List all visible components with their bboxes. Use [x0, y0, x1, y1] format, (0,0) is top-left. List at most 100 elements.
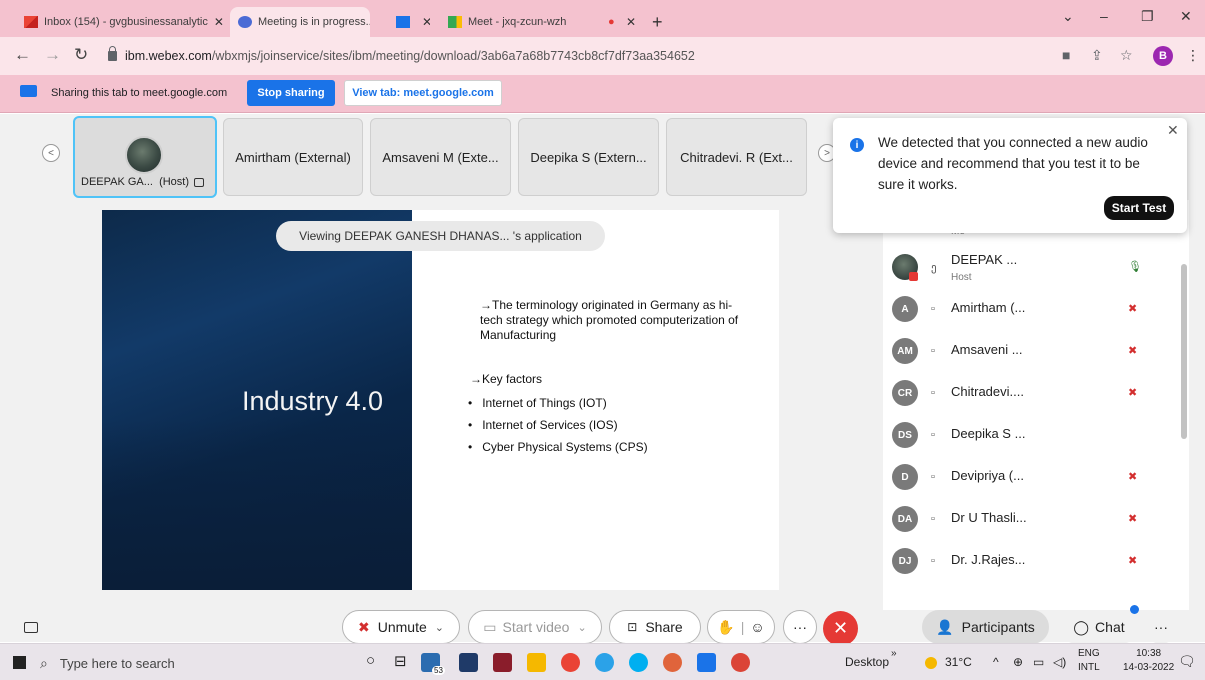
headset-icon: ე	[931, 262, 937, 274]
chrome-icon[interactable]	[561, 653, 580, 672]
share-button[interactable]: ⊡ Share	[609, 610, 701, 644]
task-view-icon[interactable]: ⊟	[394, 652, 407, 670]
device-icon: ▫	[931, 303, 935, 315]
bookmark-star-icon[interactable]: ☆	[1120, 47, 1133, 64]
chat-button[interactable]: ◯ Chat	[1060, 610, 1138, 644]
closed-captions-icon[interactable]	[24, 622, 38, 633]
participant-tile[interactable]: Deepika S (Extern...	[518, 118, 659, 196]
participant-row[interactable]: DS ▫ Deepika S ...	[883, 418, 1189, 456]
new-tab-button[interactable]: +	[652, 12, 663, 33]
muted-microphone-icon[interactable]: ✖	[1128, 344, 1137, 357]
network-icon[interactable]: ⊕	[1013, 655, 1023, 669]
microphone-icon[interactable]: 🎙	[1128, 260, 1142, 273]
presenter-badge-icon	[909, 272, 918, 281]
close-icon[interactable]: ✕	[208, 15, 224, 29]
device-icon: ▫	[931, 387, 935, 399]
chat-label: Chat	[1095, 619, 1125, 635]
kebab-menu-icon[interactable]: ⋮	[1186, 47, 1200, 64]
more-options-button[interactable]: ···	[783, 610, 817, 644]
store-app-icon[interactable]	[459, 653, 478, 672]
reload-icon[interactable]: ↻	[74, 45, 88, 65]
keyboard-layout: INTL	[1078, 662, 1100, 673]
screen-share-icon[interactable]	[697, 653, 716, 672]
participant-row[interactable]: A ▫ Amirtham (... ✖	[883, 292, 1189, 330]
forward-arrow-icon[interactable]: →	[44, 45, 61, 65]
clock[interactable]: 10:38 14-03-2022	[1123, 647, 1174, 675]
taskbar-search[interactable]: ⌕ Type here to search	[40, 651, 340, 675]
close-icon[interactable]: ✕	[416, 15, 430, 29]
profile-avatar[interactable]: B	[1153, 46, 1173, 66]
tab-recording[interactable]: ● ✕	[600, 7, 644, 37]
participant-tile-host[interactable]: DEEPAK GA... (Host)	[73, 116, 217, 198]
restore-icon[interactable]: ❐	[1141, 8, 1154, 25]
muted-microphone-icon[interactable]: ✖	[1128, 512, 1137, 525]
back-arrow-icon[interactable]: ←	[14, 45, 31, 65]
app-icon[interactable]	[493, 653, 512, 672]
stop-sharing-button[interactable]: Stop sharing	[247, 80, 335, 106]
weather-icon[interactable]	[925, 657, 937, 669]
address-bar[interactable]: ibm.webex.com /wbxmjs/joinservice/sites/…	[108, 43, 1148, 69]
participant-row[interactable]: CR ▫ Chitradevi.... ✖	[883, 376, 1189, 414]
participant-name: Dr U Thasli...	[951, 510, 1027, 525]
unmute-label: Unmute	[377, 619, 427, 635]
temperature[interactable]: 31°C	[945, 655, 972, 669]
avatar: D	[892, 464, 918, 490]
edge-icon[interactable]	[595, 653, 614, 672]
muted-microphone-icon[interactable]: ✖	[1128, 302, 1137, 315]
chrome-profile-icon[interactable]	[663, 653, 682, 672]
participant-row[interactable]: DA ▫ Dr U Thasli... ✖	[883, 502, 1189, 540]
chevron-right-icon[interactable]: »	[891, 648, 897, 659]
info-icon: i	[850, 138, 864, 152]
tab-search-icon[interactable]: ⌄	[1062, 8, 1074, 25]
participants-panel: Me ე DEEPAK ... Host 🎙 A ▫ Amirtham (...…	[883, 200, 1189, 610]
chrome-icon[interactable]	[731, 653, 750, 672]
tab-webex[interactable]: Meeting is in progress...	[230, 7, 370, 37]
view-tab-button[interactable]: View tab: meet.google.com	[344, 80, 502, 106]
camera-in-use-icon[interactable]: ■	[1062, 47, 1070, 63]
participant-tile[interactable]: Chitradevi. R (Ext...	[666, 118, 807, 196]
action-center-icon[interactable]: 🗨	[1178, 653, 1196, 670]
participant-row[interactable]: DJ ▫ Dr. J.Rajes... ✖	[883, 544, 1189, 582]
tab-google-meet[interactable]: Meet - jxq-zcun-wzh	[440, 7, 590, 37]
participants-scrollbar[interactable]	[1181, 264, 1187, 439]
muted-microphone-icon[interactable]: ✖	[1128, 386, 1137, 399]
chevron-up-icon[interactable]: ^	[993, 655, 999, 669]
minimize-icon[interactable]: –	[1100, 8, 1108, 24]
more-options-button[interactable]: ···	[1146, 610, 1176, 644]
file-explorer-icon[interactable]	[527, 653, 546, 672]
volume-icon[interactable]: ◁)	[1053, 655, 1066, 669]
share-page-icon[interactable]: ⇪	[1091, 47, 1103, 64]
tab-screen[interactable]: ✕	[388, 7, 430, 37]
participant-row[interactable]: AM ▫ Amsaveni ... ✖	[883, 334, 1189, 372]
close-icon[interactable]: ✕	[620, 15, 636, 29]
reactions-button[interactable]: ✋ | ☺	[707, 610, 775, 644]
chevron-left-icon[interactable]: <	[42, 144, 60, 162]
input-language[interactable]: ENG INTL	[1078, 647, 1100, 675]
tab-gmail[interactable]: Inbox (154) - gvgbusinessanalytic ✕	[16, 7, 226, 37]
chevron-down-icon[interactable]: ⌄	[577, 621, 586, 634]
participant-row[interactable]: ე DEEPAK ... Host 🎙	[883, 250, 1189, 288]
skype-icon[interactable]	[629, 653, 648, 672]
chevron-down-icon[interactable]: ⌄	[435, 621, 444, 634]
window-close-icon[interactable]: ✕	[1180, 8, 1192, 25]
tab-label: Meet - jxq-zcun-wzh	[468, 16, 567, 28]
display-icon[interactable]: ▭	[1033, 655, 1044, 669]
muted-microphone-icon[interactable]: ✖	[1128, 470, 1137, 483]
start-test-button[interactable]: Start Test	[1104, 196, 1174, 220]
end-call-button[interactable]: ✕	[823, 611, 858, 646]
windows-start-icon[interactable]	[13, 656, 26, 669]
participant-row[interactable]: D ▫ Devipriya (... ✖	[883, 460, 1189, 498]
screen-share-icon	[20, 85, 37, 97]
cortana-icon[interactable]: ○	[366, 652, 375, 669]
unmute-button[interactable]: ✖ Unmute ⌄	[342, 610, 460, 644]
raise-hand-icon[interactable]: ✋	[717, 619, 734, 636]
device-icon: ▫	[931, 471, 935, 483]
muted-microphone-icon[interactable]: ✖	[1128, 554, 1137, 567]
participants-button[interactable]: 👤 Participants	[922, 610, 1049, 644]
close-icon[interactable]: ✕	[1167, 122, 1179, 139]
emoji-icon[interactable]: ☺	[750, 619, 764, 635]
start-video-button[interactable]: ▭ Start video ⌄	[468, 610, 602, 644]
desktop-toolbar[interactable]: Desktop	[845, 655, 889, 669]
participant-tile[interactable]: Amsaveni M (Exte...	[370, 118, 511, 196]
participant-tile[interactable]: Amirtham (External)	[223, 118, 363, 196]
